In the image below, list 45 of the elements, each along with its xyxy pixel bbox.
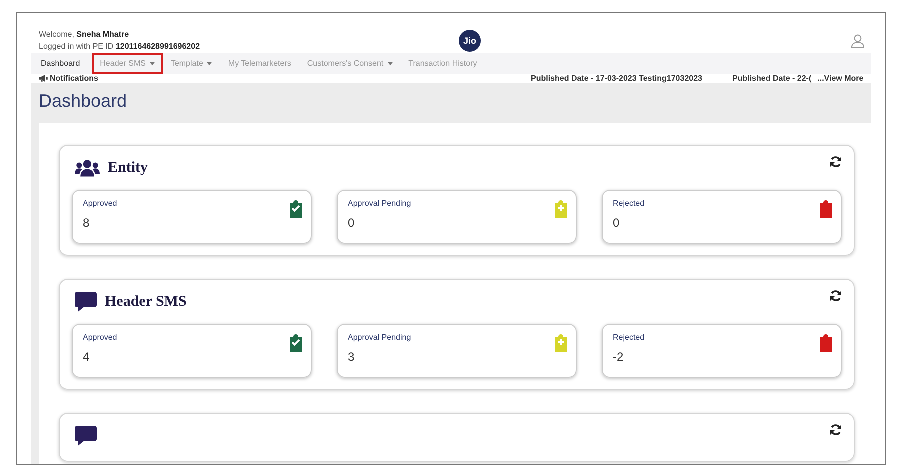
nav-link[interactable]: Transaction History	[406, 53, 486, 74]
stat-value: 8	[83, 216, 91, 230]
refresh-icon[interactable]	[830, 290, 842, 302]
caret-icon	[388, 62, 393, 66]
section-title: Entity	[108, 160, 148, 176]
clipboard-icon	[554, 200, 568, 218]
logo: Jio	[459, 30, 481, 52]
stat-label: Approved	[83, 333, 118, 342]
pe-id-text: Logged in with PE ID 1201164628991696202	[39, 41, 202, 53]
chat-bubble-icon	[75, 426, 97, 446]
notification-text[interactable]: Published Date - 17-03-2023 Testing17032023	[531, 74, 702, 83]
stat-label: Approval Pending	[348, 333, 412, 342]
stat-value: 0	[613, 216, 621, 230]
view-more-link[interactable]: ...View More	[818, 74, 864, 83]
caret-icon	[207, 62, 212, 66]
nav-link[interactable]: Dashboard	[39, 53, 88, 74]
users-icon	[75, 159, 100, 177]
page-title: Dashboard	[39, 90, 128, 113]
megaphone-icon	[39, 75, 48, 82]
clipboard-icon	[289, 334, 303, 352]
stat-value: 4	[83, 350, 91, 364]
clipboard-icon	[819, 200, 833, 218]
stat-label: Rejected	[613, 333, 645, 342]
clipboard-icon	[819, 334, 833, 352]
notification-text[interactable]: Published Date - 22-(	[732, 74, 812, 83]
nav-link[interactable]: Template	[168, 53, 220, 74]
refresh-icon[interactable]	[830, 156, 842, 168]
nav-link[interactable]: My Telemarketers	[226, 53, 300, 74]
clipboard-icon	[554, 334, 568, 352]
user-icon[interactable]	[851, 34, 865, 48]
stat-value: -2	[613, 350, 625, 364]
caret-icon	[150, 62, 155, 66]
chat-bubble-icon	[75, 292, 97, 312]
nav-link[interactable]: Customers's Consent	[305, 53, 401, 74]
stat-label: Rejected	[613, 199, 645, 208]
stat-label: Approval Pending	[348, 199, 412, 208]
clipboard-icon	[289, 200, 303, 218]
refresh-icon[interactable]	[830, 424, 842, 436]
stat-label: Approved	[83, 199, 118, 208]
stat-value: 3	[348, 350, 356, 364]
nav-link[interactable]: Header SMS	[92, 53, 163, 74]
notifications-label: Notifications	[50, 74, 98, 83]
section-title: Header SMS	[105, 294, 187, 310]
welcome-text: Welcome, Sneha Mhatre	[39, 29, 130, 41]
stat-value: 0	[348, 216, 356, 230]
